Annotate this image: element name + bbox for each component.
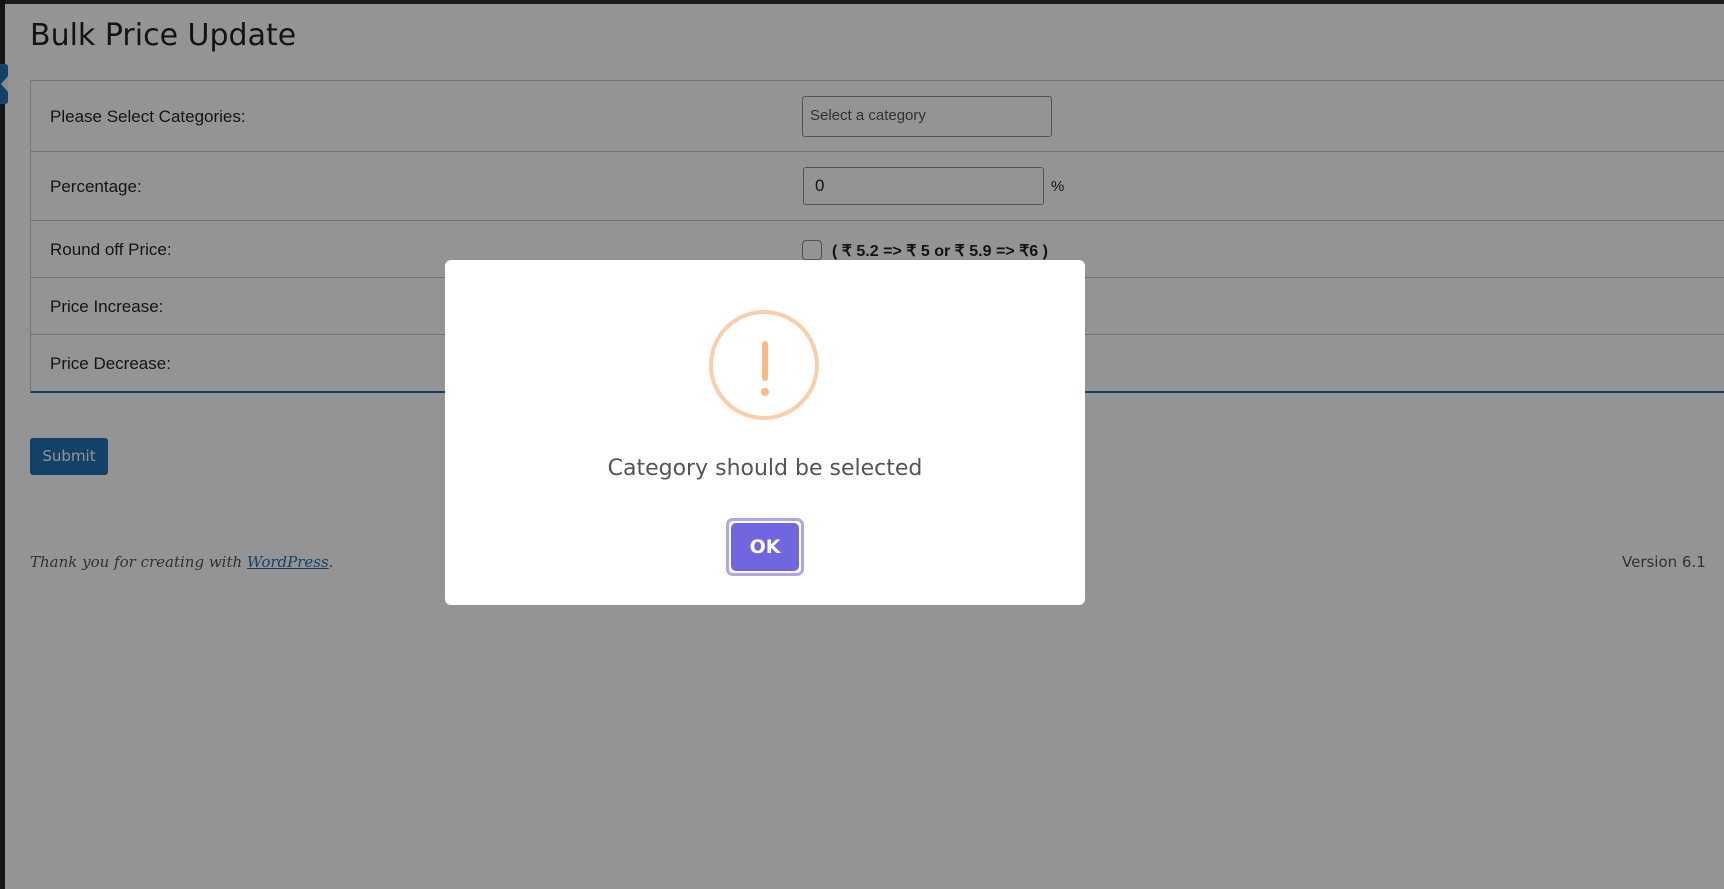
alert-message: Category should be selected — [607, 456, 923, 481]
ok-button-focus-ring: OK — [726, 518, 804, 576]
alert-dialog: Category should be selected OK — [445, 260, 1085, 605]
ok-button[interactable]: OK — [731, 523, 799, 571]
warning-icon — [709, 310, 819, 420]
